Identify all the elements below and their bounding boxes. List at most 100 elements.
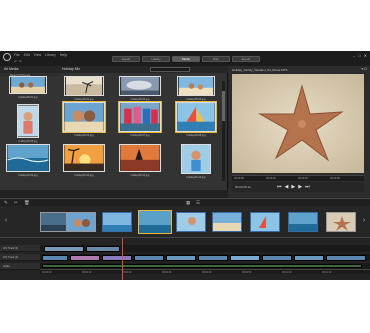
ocean-wave-image [6, 144, 50, 172]
thumbnail-label: holidayPic11.jpg [130, 174, 150, 177]
timeline-ruler[interactable]: 00:00:00 00:00:10 00:00:20 00:00:30 00:0… [40, 269, 370, 274]
storyboard-next-icon[interactable]: › [360, 215, 368, 227]
thumbnail-item[interactable]: holidayPic09.jpg [4, 144, 52, 177]
thumbnail-label: holidayPic06.jpg [74, 134, 94, 137]
redo-icon[interactable]: ↷ [18, 59, 21, 64]
undo-icon[interactable]: ↶ [14, 59, 17, 64]
library-section-label[interactable]: All Media [4, 67, 18, 71]
timeline-clip[interactable] [134, 254, 164, 261]
video-track-2[interactable] [40, 254, 370, 261]
thumbnail-grid: holidayPic01.jpg holidayPic02.jpg holida… [0, 76, 228, 188]
timeline-clip[interactable] [262, 254, 292, 261]
palm-beach-image [64, 76, 104, 96]
skip-back-icon[interactable]: ⏮ [277, 184, 282, 190]
thumbnail-label: holidayPic10.jpg [74, 174, 94, 177]
video-preview[interactable] [232, 74, 364, 173]
library-scrollbar[interactable] [222, 81, 225, 181]
ruler-tick: 00:00:30 [162, 270, 172, 274]
timeline-clip[interactable] [166, 254, 196, 261]
track-header[interactable]: A/V Track (2) [0, 254, 40, 261]
library-panel: All Media Holiday Mix Beach Pictures hol… [0, 66, 228, 198]
library-scroll-thumb[interactable] [222, 91, 225, 121]
menu-help[interactable]: Help [60, 53, 67, 57]
storyboard-clip[interactable] [326, 212, 356, 232]
storyboard-clip[interactable] [102, 212, 132, 232]
track-header[interactable]: Audio [0, 263, 40, 270]
clip-thumbnail [213, 213, 241, 231]
skip-forward-icon[interactable]: ⏭ [305, 184, 310, 190]
rewind-icon[interactable]: ◀ [285, 184, 289, 190]
menu-view[interactable]: View [34, 53, 42, 57]
menu-file[interactable]: File [14, 53, 20, 57]
timeline-clip[interactable] [230, 254, 260, 261]
tab-movie[interactable]: Movie [172, 56, 200, 62]
play-icon[interactable]: ▶ [291, 184, 295, 190]
player-options-icon[interactable]: ▾ ⊡ [361, 67, 367, 71]
tab-disc[interactable]: Disc [202, 56, 230, 62]
timeline-clip[interactable] [70, 254, 100, 261]
storyboard-clip[interactable] [212, 212, 242, 232]
clip-thumbnail [139, 211, 171, 233]
menu-library[interactable]: Library [45, 53, 56, 57]
storyboard-clip[interactable] [288, 212, 318, 232]
timeline-clip[interactable] [294, 254, 324, 261]
thumbnail-item[interactable]: holidayPic05.jpg [4, 104, 52, 143]
storyboard-clip[interactable] [176, 212, 206, 232]
thumbnail-label: holidayPic07.jpg [130, 134, 150, 137]
beach-people-image [9, 76, 47, 94]
thumbnail-item[interactable]: holidayPic03.jpg [116, 76, 164, 101]
cloud-sky-image [119, 76, 161, 96]
timeline-clip[interactable] [102, 254, 132, 261]
thumbnail-label: holidayPic02.jpg [74, 98, 94, 101]
thumbnail-item-selected[interactable]: holidayPic07.jpg [116, 101, 164, 137]
ruler-tick: 00:00:40 [202, 270, 212, 274]
maximize-button[interactable]: □ [358, 53, 360, 58]
timeline-clip[interactable] [44, 245, 84, 252]
video-track-1[interactable] [40, 245, 370, 252]
ruler-tick: 00:01:00 [282, 270, 292, 274]
storyboard-clip-selected[interactable] [138, 210, 172, 234]
couple-image [62, 101, 106, 133]
forward-icon[interactable]: ▶ [298, 184, 302, 190]
tab-library[interactable]: Library [142, 56, 170, 62]
menu-edit[interactable]: Edit [24, 53, 30, 57]
storyboard-clip[interactable] [66, 212, 96, 232]
sunset-palm-image [63, 144, 105, 172]
audio-clip[interactable] [42, 263, 362, 268]
timeline: A/V Track (1) A/V Track (2) Audio 00:00:… [0, 237, 370, 280]
clip-thumbnail [289, 213, 317, 231]
ruler-tick: 00:00:50 [242, 270, 252, 274]
thumbnail-item[interactable]: holidayPic10.jpg [60, 144, 108, 177]
minimize-button[interactable]: – [353, 53, 355, 58]
library-search-input[interactable] [150, 67, 190, 72]
tab-import[interactable]: Import [112, 56, 140, 62]
window-controls: – □ ✕ [353, 53, 367, 58]
storyboard-prev-icon[interactable]: ‹ [2, 215, 10, 227]
timeline-playhead[interactable] [122, 238, 123, 280]
storyboard-clip[interactable] [250, 212, 280, 232]
ruler-tick: 00:00:20 [122, 270, 132, 274]
thumbnail-item[interactable]: holidayPic02.jpg [60, 76, 108, 101]
thumbnail-item[interactable]: holidayPic12.jpg [172, 144, 220, 179]
thumbnail-label: holidayPic08.jpg [186, 134, 206, 137]
thumbnail-item[interactable]: holidayPic04.jpg [172, 76, 220, 101]
colorful-boats-image [118, 101, 162, 133]
timeline-clip[interactable] [86, 245, 120, 252]
clip-thumbnail [251, 213, 279, 231]
starfish-image [232, 74, 364, 173]
timeline-clip[interactable] [326, 254, 366, 261]
timeline-clip[interactable] [198, 254, 228, 261]
timeline-clip[interactable] [42, 254, 68, 261]
close-button[interactable]: ✕ [364, 53, 367, 58]
library-title: Holiday Mix [62, 67, 81, 71]
thumbnail-item-selected[interactable]: holidayPic08.jpg [172, 101, 220, 137]
player-ruler[interactable]: 00:00:00 00:00:10 00:00:20 00:00:30 [232, 175, 364, 181]
player-title: Holiday_Family_Vacation_04_Movie.MTS [232, 68, 288, 72]
thumbnail-label: holidayPic03.jpg [130, 98, 150, 101]
thumbnail-item[interactable]: holidayPic11.jpg [116, 144, 164, 177]
thumbnail-item[interactable]: holidayPic01.jpg [4, 76, 52, 99]
track-header[interactable]: A/V Track (1) [0, 245, 40, 252]
library-status-bar [0, 190, 228, 198]
thumbnail-item-selected[interactable]: holidayPic06.jpg [60, 101, 108, 137]
tab-export[interactable]: Export [232, 56, 260, 62]
